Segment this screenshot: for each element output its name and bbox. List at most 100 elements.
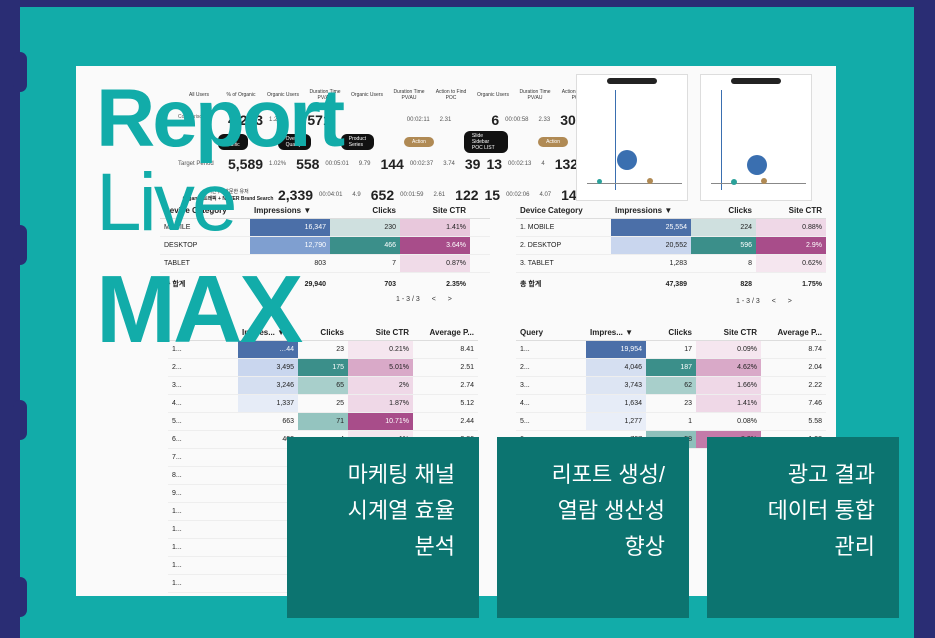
column-header: Site CTR [723, 327, 757, 337]
kpi-value: 122 [455, 187, 479, 203]
card-line: 분석 [414, 534, 455, 559]
table-cell: 1.66% [696, 377, 761, 394]
clicks-cell: 8 [748, 260, 752, 267]
kpi-value: 4.9 [352, 192, 361, 198]
kpi-value: 2.33 [538, 117, 551, 123]
table-row[interactable]: 1... 19,954 17 0.09% 8.74 [516, 341, 826, 359]
table-row[interactable]: 5... 663 71 10.71% 2.44 [168, 413, 478, 431]
column-header: Clicks [728, 205, 752, 215]
action-pill[interactable]: Action [538, 137, 568, 147]
chevron-right-icon[interactable]: > [448, 296, 452, 303]
kpi-header: Action to Find POC [435, 89, 467, 101]
row-index: 4... [520, 400, 530, 407]
kpi-value: 00:00:58 [505, 117, 529, 123]
row-index: 3... [520, 382, 530, 389]
chart-axis [721, 90, 722, 190]
chevron-right-icon[interactable]: > [788, 298, 792, 305]
scatter-chart [576, 74, 688, 201]
table-row[interactable]: 4... 1,337 25 1.87% 5.12 [168, 395, 478, 413]
clicks-cell: 596 [691, 237, 756, 254]
total-cell: 2.35% [446, 280, 466, 288]
kpi-value: 00:04:01 [319, 192, 343, 198]
chart-bubble [647, 178, 653, 184]
table-header: Device Category Impressions ▼ Clicks Sit… [516, 202, 826, 219]
row-text: MOBILE [527, 224, 555, 231]
ctr-cell: 0.62% [756, 255, 826, 272]
table-row[interactable]: 2... 4,046 187 4.62% 2.04 [516, 359, 826, 377]
chart-bubble [731, 179, 737, 185]
table-cell: 0.08% [737, 418, 757, 425]
column-header[interactable]: Impressions ▼ [611, 202, 691, 218]
row-index: 1... [172, 562, 182, 569]
table-cell: 5.12 [460, 400, 474, 407]
table-row[interactable]: 2. DESKTOP 20,552 596 2.9% [516, 237, 826, 255]
table-cell: 187 [646, 359, 696, 376]
row-index: 4... [172, 400, 182, 407]
row-index: 7... [172, 454, 182, 461]
chart-bubble [761, 178, 767, 184]
impressions-cell: 16,347 [250, 219, 330, 236]
row-index: 9... [172, 490, 182, 497]
ctr-cell: 2.9% [756, 237, 826, 254]
pagination-range: 1 - 3 / 3 [736, 298, 760, 305]
edge-dot [13, 577, 27, 617]
kpi-value: 4.07 [539, 192, 552, 198]
kpi-value: 39 [464, 156, 481, 172]
impressions-cell: 12,790 [250, 237, 330, 254]
row-label: 3. TABLET [516, 255, 611, 272]
table-row[interactable]: 3... 3,246 65 2% 2.74 [168, 377, 478, 395]
row-index: 8... [172, 472, 182, 479]
column-header[interactable]: Impres... ▼ [586, 324, 646, 340]
kpi-value: 2.31 [439, 117, 452, 123]
chevron-left-icon[interactable]: < [772, 298, 776, 305]
table-row[interactable]: 3... 3,743 62 1.66% 2.22 [516, 377, 826, 395]
total-cell: 828 [740, 280, 752, 288]
kpi-value: 144 [380, 156, 404, 172]
table-cell: 0.21% [348, 341, 413, 358]
table-row[interactable]: 5... 1,277 1 0.08% 5.58 [516, 413, 826, 431]
table-row[interactable]: 1. MOBILE 25,554 224 0.88% [516, 219, 826, 237]
column-header: Site CTR [375, 327, 409, 337]
kpi-value: 00:02:11 [406, 117, 430, 123]
pagination-range: 1 - 3 / 3 [396, 296, 420, 303]
clicks-cell: 230 [330, 219, 400, 236]
brand-line-max: MAX [96, 256, 303, 363]
table-row[interactable]: 3. TABLET 1,283 8 0.62% [516, 255, 826, 273]
table-cell: 175 [298, 359, 348, 376]
total-cell: 703 [384, 280, 396, 288]
column-header[interactable]: Impressions ▼ [250, 202, 330, 218]
table-row[interactable]: 4... 1,634 23 1.41% 7.46 [516, 395, 826, 413]
kpi-value: 00:01:59 [400, 192, 424, 198]
column-header: Device Category [520, 205, 583, 215]
action-pill[interactable]: Action [404, 137, 434, 147]
card-line: 열람 생산성 [557, 498, 665, 523]
brand-line-live: Live [96, 157, 237, 248]
column-header: Average P... [777, 327, 822, 337]
table-cell: 2.51 [460, 364, 474, 371]
row-index: 5... [172, 418, 182, 425]
table-cell: 19,954 [586, 341, 646, 358]
table-cell: 4,046 [586, 359, 646, 376]
pagination: 1 - 3 / 3 < > [736, 298, 792, 305]
column-header: Clicks [320, 327, 344, 337]
segment-pill[interactable]: Product Series [340, 134, 374, 150]
column-header: Clicks [372, 205, 396, 215]
chart-bubble [747, 155, 767, 175]
total-cell: 47,389 [665, 280, 687, 288]
chart-title-pill [731, 78, 781, 84]
row-index: 1... [172, 544, 182, 551]
kpi-value: 00:02:06 [506, 192, 530, 198]
ctr-cell: 3.64% [400, 237, 470, 254]
table-cell: 5.58 [808, 418, 822, 425]
ctr-cell: 1.41% [400, 219, 470, 236]
chevron-left-icon[interactable]: < [432, 296, 436, 303]
card-line: 리포트 생성/ [551, 462, 665, 487]
column-header: Site CTR [788, 205, 822, 215]
chart-axis [711, 183, 806, 184]
table-cell: 71 [298, 413, 348, 430]
chart-axis [615, 90, 616, 190]
card-line: 데이터 통합 [767, 498, 875, 523]
impressions-cell: 1,283 [669, 260, 687, 267]
total-cell: 1.75% [802, 280, 822, 288]
segment-pill[interactable]: Slide Sidebar POC LIST [463, 131, 509, 153]
